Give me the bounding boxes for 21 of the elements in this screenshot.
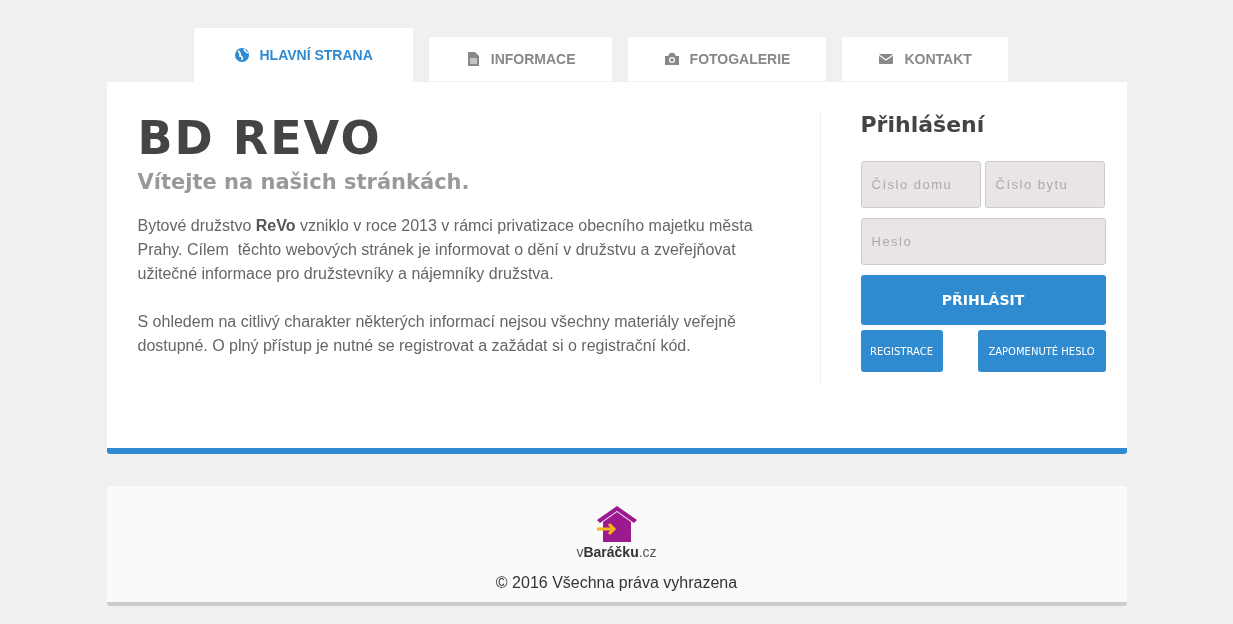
logo-text: vBaráčku.cz <box>576 544 657 560</box>
intro-paragraph: S ohledem na citlivý charakter některých informací nejsou všechny materiály veřejně dostupné. O plný přístup je nutné se registrovat a zažádat si o registrační kód. <box>137 312 737 356</box>
intro-paragraph: Bytové družstvo ReVo vzniklo v roce 2013 v rámci privatizace obecního majetku města Prahy. Cílem těchto webových stránek je informovat o dění v družstvu a zveřejňovat užitečné informace pro družstevníky a nájemníky družstva. <box>137 216 754 284</box>
flat-number-field[interactable]: Číslo bytu <box>984 161 1105 208</box>
forgot-password-button[interactable]: ZAPOMENUTÉ HESLO <box>977 330 1106 372</box>
camera-icon <box>663 51 680 67</box>
house-logo-icon <box>594 504 639 544</box>
login-title: Přihlášení <box>860 112 986 137</box>
nav-tab[interactable]: INFORMACE <box>428 37 612 81</box>
nav-tab[interactable]: HLAVNÍ STRANA <box>193 28 413 82</box>
nav-tab[interactable]: KONTAKT <box>842 37 1008 81</box>
copyright-text: © 2016 Všechna práva vyhrazena <box>495 574 738 592</box>
page-title: BD REVO <box>137 112 383 164</box>
login-button[interactable]: PŘIHLÁSIT <box>860 275 1106 325</box>
house-number-field[interactable]: Číslo domu <box>860 161 981 208</box>
nav-tab[interactable]: FOTOGALERIE <box>627 37 827 81</box>
envelope-icon <box>878 51 895 67</box>
password-field[interactable]: Heslo <box>860 218 1106 265</box>
globe-icon <box>233 47 250 63</box>
register-button[interactable]: REGISTRACE <box>860 330 943 372</box>
welcome-subtitle: Vítejte na našich stránkách. <box>137 170 471 194</box>
